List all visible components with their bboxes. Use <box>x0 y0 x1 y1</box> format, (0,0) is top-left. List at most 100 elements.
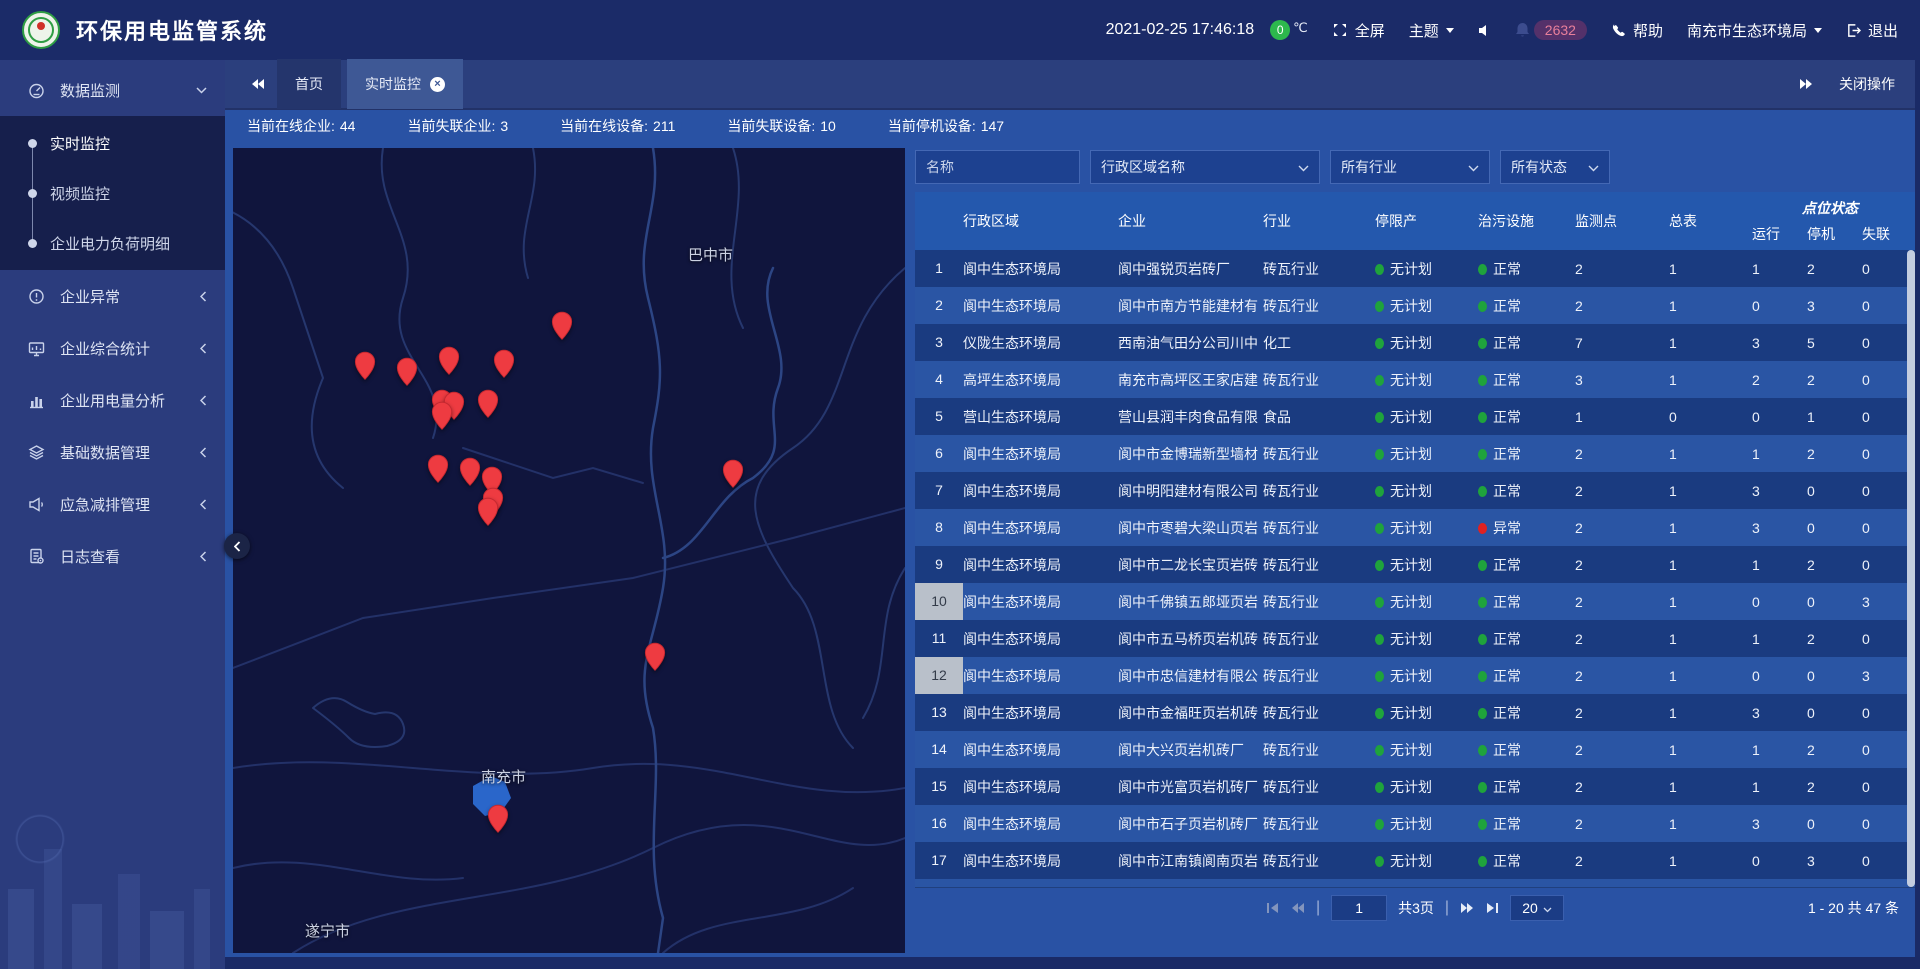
map-pin[interactable] <box>551 311 573 341</box>
table-row[interactable]: 10 阆中生态环境局 阆中千佛镇五郎垭页岩 砖瓦行业 无计划 正常 2 1 0 … <box>915 583 1915 620</box>
map-pin[interactable] <box>438 346 460 376</box>
production-status-cell: 无计划 <box>1375 370 1478 390</box>
region-cell: 阆中生态环境局 <box>963 777 1118 797</box>
row-index-cell: 13 <box>915 694 963 731</box>
volume-button[interactable] <box>1478 24 1491 37</box>
sidebar-item-power-analysis[interactable]: 企业用电量分析 <box>0 374 225 426</box>
page-size-select[interactable]: 20 <box>1510 895 1564 921</box>
table-row[interactable]: 2 阆中生态环境局 阆中市南方节能建材有 砖瓦行业 无计划 正常 2 1 0 3… <box>915 287 1915 324</box>
monitor-points-cell: 7 <box>1575 335 1669 351</box>
table-row[interactable]: 16 阆中生态环境局 阆中市石子页岩机砖厂 砖瓦行业 无计划 正常 2 1 3 … <box>915 805 1915 842</box>
table-row[interactable]: 5 营山生态环境局 营山县润丰肉食品有限 食品 无计划 正常 1 0 0 1 0 <box>915 398 1915 435</box>
map-pin[interactable] <box>431 401 453 431</box>
help-button[interactable]: 帮助 <box>1611 20 1663 41</box>
sidebar-collapse-handle[interactable] <box>224 533 250 559</box>
table-row[interactable]: 6 阆中生态环境局 阆中市金博瑞新型墙材 砖瓦行业 无计划 正常 2 1 1 2… <box>915 435 1915 472</box>
table-row[interactable]: 15 阆中生态环境局 阆中市光富页岩机砖厂 砖瓦行业 无计划 正常 2 1 1 … <box>915 768 1915 805</box>
sidebar-item-enterprise-statistics[interactable]: 企业综合统计 <box>0 322 225 374</box>
tabs-scroll-right-button[interactable] <box>1793 78 1819 90</box>
region-cell: 高坪生态环境局 <box>963 370 1118 390</box>
row-index-cell: 3 <box>915 324 963 361</box>
map-pin[interactable] <box>722 459 744 489</box>
fullscreen-button[interactable]: 全屏 <box>1332 20 1385 41</box>
map-pin[interactable] <box>354 351 376 381</box>
sidebar-item-enterprise-abnormal[interactable]: 企业异常 <box>0 270 225 322</box>
user-menu-button[interactable]: 南充市生态环境局 <box>1687 20 1822 41</box>
table-row[interactable]: 3 仪陇生态环境局 西南油气田分公司川中 化工 无计划 正常 7 1 3 5 0 <box>915 324 1915 361</box>
region-cell: 阆中生态环境局 <box>963 481 1118 501</box>
status-filter-select[interactable]: 所有状态 <box>1500 150 1610 184</box>
map-pin[interactable] <box>644 642 666 672</box>
sidebar-item-log-view[interactable]: 日志查看 <box>0 530 225 582</box>
sidebar-item-label: 企业用电量分析 <box>60 390 165 411</box>
company-cell: 阆中市石子页岩机砖厂 <box>1118 814 1263 834</box>
status-dot <box>1375 856 1384 867</box>
region-filter-select[interactable]: 行政区域名称 <box>1090 150 1320 184</box>
map-pin[interactable] <box>487 804 509 834</box>
tab-close-icon[interactable]: × <box>430 77 445 92</box>
sidebar-subitem-power-load-detail[interactable]: 企业电力负荷明细 <box>0 218 225 268</box>
column-production-limit: 停限产 <box>1375 192 1478 250</box>
table-row[interactable]: 4 高坪生态环境局 南充市高坪区王家店建 砖瓦行业 无计划 正常 3 1 2 2… <box>915 361 1915 398</box>
sidebar-item-data-monitoring[interactable]: 数据监测 <box>0 64 225 116</box>
tab-realtime-monitor[interactable]: 实时监控 × <box>347 59 463 109</box>
close-operations-link[interactable]: 关闭操作 <box>1839 74 1895 94</box>
status-dot <box>1478 597 1487 608</box>
sidebar-subitem-realtime-monitor[interactable]: 实时监控 <box>0 118 225 168</box>
name-filter-input[interactable] <box>915 150 1080 184</box>
logout-button[interactable]: 退出 <box>1846 20 1898 41</box>
table-scrollbar[interactable] <box>1907 250 1915 887</box>
status-dot <box>1375 301 1384 312</box>
map-pin[interactable] <box>477 389 499 419</box>
table-row[interactable]: 17 阆中生态环境局 阆中市江南镇阆南页岩 砖瓦行业 无计划 正常 2 1 0 … <box>915 842 1915 879</box>
stats-bar: 当前在线企业:44当前失联企业:3当前在线设备:211当前失联设备:10当前停机… <box>225 110 1915 142</box>
table-row[interactable]: 14 阆中生态环境局 阆中大兴页岩机砖厂 砖瓦行业 无计划 正常 2 1 1 2… <box>915 731 1915 768</box>
stopped-cell: 3 <box>1807 853 1862 869</box>
sidebar-item-base-data[interactable]: 基础数据管理 <box>0 426 225 478</box>
running-cell: 0 <box>1752 668 1807 684</box>
table-row[interactable]: 8 阆中生态环境局 阆中市枣碧大梁山页岩 砖瓦行业 无计划 异常 2 1 3 0… <box>915 509 1915 546</box>
tabs-scroll-left-button[interactable] <box>245 78 271 90</box>
table-row[interactable]: 7 阆中生态环境局 阆中明阳建材有限公司 砖瓦行业 无计划 正常 2 1 3 0… <box>915 472 1915 509</box>
sidebar-item-emergency-reduction[interactable]: 应急减排管理 <box>0 478 225 530</box>
table-row[interactable]: 9 阆中生态环境局 阆中市二龙长宝页岩砖 砖瓦行业 无计划 正常 2 1 1 2… <box>915 546 1915 583</box>
running-cell: 3 <box>1752 705 1807 721</box>
facility-status-cell: 正常 <box>1478 407 1575 427</box>
page-number-input[interactable] <box>1331 895 1387 921</box>
total-meters-cell: 1 <box>1669 668 1752 684</box>
theme-menu-button[interactable]: 主题 <box>1409 20 1454 41</box>
facility-status-cell: 正常 <box>1478 703 1575 723</box>
industry-filter-select[interactable]: 所有行业 <box>1330 150 1490 184</box>
stopped-cell: 2 <box>1807 557 1862 573</box>
chevron-left-icon <box>200 551 207 562</box>
map-pin[interactable] <box>427 454 449 484</box>
record-range-label: 1 - 20 共 47 条 <box>1808 898 1899 918</box>
map-pin[interactable] <box>493 349 515 379</box>
table-row[interactable]: 13 阆中生态环境局 阆中市金福旺页岩机砖 砖瓦行业 无计划 正常 2 1 3 … <box>915 694 1915 731</box>
map-pin[interactable] <box>459 457 481 487</box>
sidebar-subitem-video-monitor[interactable]: 视频监控 <box>0 168 225 218</box>
running-cell: 3 <box>1752 335 1807 351</box>
table-row[interactable]: 18 南部生态环境局 南部县砌华页岩有限公 砖瓦行业 无计划 正常 6 0 0 … <box>915 879 1915 887</box>
map-pin[interactable] <box>396 357 418 387</box>
next-page-button[interactable] <box>1460 902 1474 914</box>
industry-cell: 砖瓦行业 <box>1263 814 1375 834</box>
map-panel[interactable]: 巴中市南充市遂宁市 <box>233 148 905 953</box>
table-row[interactable]: 1 阆中生态环境局 阆中强锐页岩砖厂 砖瓦行业 无计划 正常 2 1 1 2 0 <box>915 250 1915 287</box>
production-status-cell: 无计划 <box>1375 851 1478 871</box>
tab-home[interactable]: 首页 <box>277 59 341 109</box>
notification-area[interactable]: 2632 <box>1515 20 1587 40</box>
table-row[interactable]: 11 阆中生态环境局 阆中市五马桥页岩机砖 砖瓦行业 无计划 正常 2 1 1 … <box>915 620 1915 657</box>
map-pin[interactable] <box>477 497 499 527</box>
total-meters-cell: 1 <box>1669 483 1752 499</box>
table-row[interactable]: 12 阆中生态环境局 阆中市忠信建材有限公 砖瓦行业 无计划 正常 2 1 0 … <box>915 657 1915 694</box>
monitor-points-cell: 2 <box>1575 705 1669 721</box>
sidebar-item-label: 企业异常 <box>60 286 120 307</box>
first-page-button[interactable] <box>1266 902 1280 914</box>
prev-page-button[interactable] <box>1291 902 1305 914</box>
industry-cell: 砖瓦行业 <box>1263 370 1375 390</box>
sidebar-item-label: 数据监测 <box>60 80 120 101</box>
facility-status-cell: 正常 <box>1478 777 1575 797</box>
row-index-cell: 14 <box>915 731 963 768</box>
last-page-button[interactable] <box>1485 902 1499 914</box>
